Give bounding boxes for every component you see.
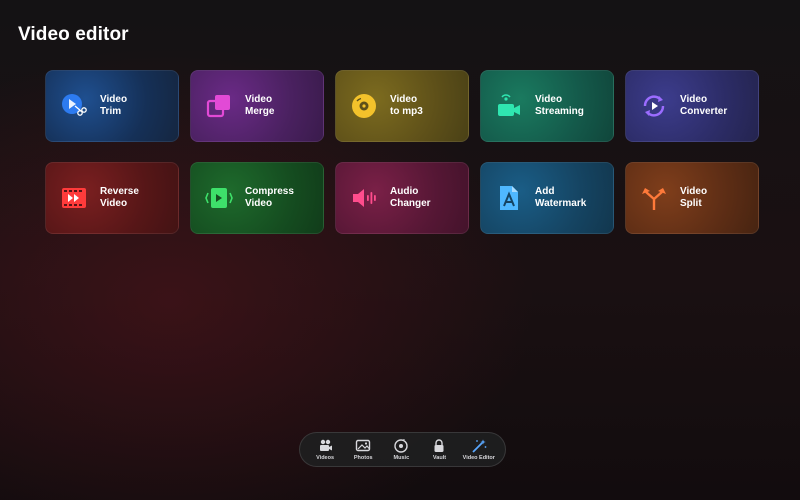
video-to-mp3-tile[interactable]: Video to mp3 (335, 70, 469, 142)
tool-label-line1: Video (390, 94, 418, 105)
video-merge-tile[interactable]: Video Merge (190, 70, 324, 142)
tool-label-line2: Trim (100, 106, 122, 117)
video-split-tile[interactable]: Video Split (625, 162, 759, 234)
reverse-video-tile[interactable]: Reverse Video (45, 162, 179, 234)
magic-wand-icon (471, 439, 487, 453)
tool-label-line1: Reverse (100, 186, 139, 197)
lock-icon (431, 438, 447, 453)
tool-label-line2: Converter (680, 106, 728, 117)
tool-label-line2: to mp3 (390, 106, 423, 117)
videos-icon (317, 439, 333, 453)
split-arrows-icon (640, 184, 668, 212)
tool-label-line1: Compress (245, 186, 294, 197)
tab-photos[interactable]: Photos (348, 439, 378, 461)
tool-label-line2: Changer (390, 198, 431, 209)
tool-label-line2: Watermark (535, 198, 587, 209)
tool-label-line1: Video (535, 94, 563, 105)
audio-changer-tile[interactable]: Audio Changer (335, 162, 469, 234)
tab-videos[interactable]: Videos (310, 439, 340, 461)
tool-label-line1: Video (680, 186, 708, 197)
tool-label-line2: Video (245, 198, 273, 209)
tab-music[interactable]: Music (386, 438, 416, 461)
trim-icon (60, 92, 88, 120)
merge-icon (205, 92, 233, 120)
stream-camera-icon (495, 92, 523, 120)
tool-label-line2: Merge (245, 106, 275, 117)
video-converter-tile[interactable]: Video Converter (625, 70, 759, 142)
tool-label-line1: Video (100, 94, 128, 105)
tool-label-line1: Add (535, 186, 555, 197)
video-streaming-tile[interactable]: Video Streaming (480, 70, 614, 142)
convert-icon (640, 92, 668, 120)
compress-video-tile[interactable]: Compress Video (190, 162, 324, 234)
bottom-tab-bar: Videos Photos Music Vault Video Editor (299, 432, 506, 467)
disc-icon (350, 92, 378, 120)
tab-vault[interactable]: Vault (424, 438, 454, 461)
tab-label: Music (393, 454, 410, 461)
photos-icon (355, 439, 371, 453)
tool-label-line1: Video (245, 94, 273, 105)
tab-video-editor[interactable]: Video Editor (463, 439, 495, 461)
tab-label: Videos (316, 454, 335, 461)
tab-label: Video Editor (462, 454, 495, 461)
compress-icon (205, 184, 233, 212)
tools-grid: Video Trim Video Merge Video to mp3 Vide… (45, 70, 759, 234)
speaker-icon (350, 184, 378, 212)
tool-label-line1: Video (680, 94, 708, 105)
tool-label-line2: Streaming (535, 106, 584, 117)
video-trim-tile[interactable]: Video Trim (45, 70, 179, 142)
add-watermark-tile[interactable]: Add Watermark (480, 162, 614, 234)
reverse-film-icon (60, 184, 88, 212)
watermark-file-icon (495, 184, 523, 212)
tab-label: Vault (432, 454, 447, 461)
music-icon (393, 438, 409, 453)
page-title: Video editor (18, 24, 129, 45)
tab-label: Photos (353, 454, 373, 461)
tool-label-line2: Split (680, 198, 702, 209)
tool-label-line1: Audio (390, 186, 419, 197)
tool-label-line2: Video (100, 198, 128, 209)
